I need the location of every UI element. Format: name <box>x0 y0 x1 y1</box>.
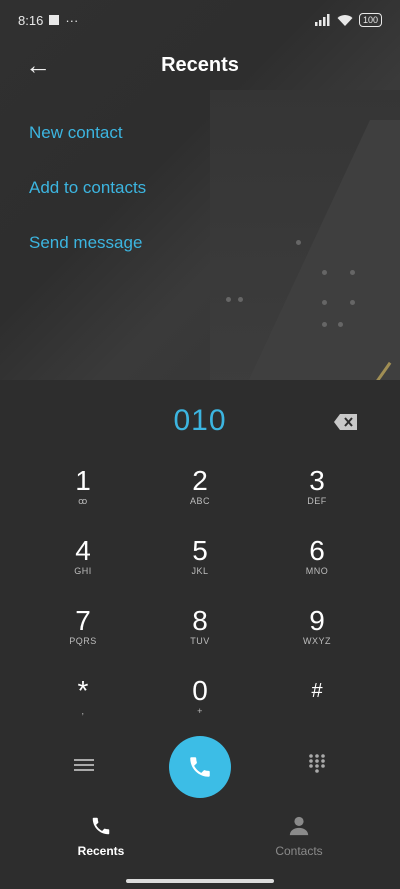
battery-icon: 100 <box>358 13 382 27</box>
key-4[interactable]: 4 GHI <box>25 534 141 604</box>
phone-icon <box>92 817 110 835</box>
key-0[interactable]: 0 + <box>142 674 258 744</box>
options-menu: New contact Add to contacts Send message <box>29 120 146 285</box>
background-dot <box>322 322 327 327</box>
phone-icon <box>190 757 210 777</box>
voicemail-icon: ꝏ <box>78 496 88 506</box>
back-button[interactable]: ← <box>22 50 54 80</box>
key-letters: ABC <box>189 496 210 506</box>
key-digit: 0 <box>192 675 208 706</box>
key-7[interactable]: 7 PQRS <box>25 604 141 674</box>
key-letters: WXYZ <box>303 636 331 646</box>
key-digit: 3 <box>309 465 325 496</box>
new-contact-option[interactable]: New contact <box>29 120 146 175</box>
key-star[interactable]: * , <box>25 674 141 744</box>
key-digit: 6 <box>309 535 325 566</box>
background-dot <box>338 322 343 327</box>
key-hash[interactable]: # <box>259 674 375 744</box>
background-dot <box>238 297 243 302</box>
page-title: Recents <box>161 53 239 76</box>
status-left: 8:16 ··· <box>18 13 78 28</box>
key-digit: * <box>77 675 89 706</box>
key-letters: PQRS <box>69 636 97 646</box>
call-button[interactable] <box>169 736 231 798</box>
key-digit: 5 <box>192 535 208 566</box>
header: ← Recents <box>0 40 400 90</box>
tab-label: Recents <box>77 844 125 858</box>
key-5[interactable]: 5 JKL <box>142 534 258 604</box>
key-letters: MNO <box>305 566 329 576</box>
menu-icon[interactable] <box>74 756 94 772</box>
home-indicator[interactable] <box>126 879 274 883</box>
key-6[interactable]: 6 MNO <box>259 534 375 604</box>
status-time: 8:16 <box>18 12 44 28</box>
signal-icon <box>314 14 330 26</box>
key-2[interactable]: 2 ABC <box>142 464 258 534</box>
add-to-contacts-option[interactable]: Add to contacts <box>29 175 146 230</box>
tab-contacts[interactable]: Contacts <box>239 815 359 858</box>
key-digit: 8 <box>192 605 208 636</box>
backspace-icon[interactable] <box>333 412 359 432</box>
notification-icon <box>49 15 60 25</box>
send-message-option[interactable]: Send message <box>29 230 146 285</box>
background-dot <box>322 270 327 275</box>
key-digit: 4 <box>75 535 91 566</box>
background-dot <box>226 297 231 302</box>
key-digit: 9 <box>309 605 325 636</box>
person-icon <box>289 816 309 836</box>
key-letters: + <box>197 706 203 716</box>
key-digit: 7 <box>75 605 91 636</box>
tab-label: Contacts <box>275 844 323 858</box>
dialpad-icon[interactable] <box>307 753 327 773</box>
status-right: 100 <box>314 13 382 27</box>
key-1[interactable]: 1 ꝏ <box>25 464 141 534</box>
key-letters: TUV <box>190 636 210 646</box>
background-dot <box>350 270 355 275</box>
key-letters: DEF <box>307 496 327 506</box>
key-digit: 1 <box>75 465 91 496</box>
background-dot <box>296 240 301 245</box>
status-extras: ··· <box>65 12 79 28</box>
key-9[interactable]: 9 WXYZ <box>259 604 375 674</box>
back-arrow-icon: ← <box>25 49 51 80</box>
status-bar: 8:16 ··· 100 <box>0 0 400 40</box>
key-digit: 2 <box>192 465 208 496</box>
background-dot <box>322 300 327 305</box>
background-dot <box>350 300 355 305</box>
wifi-icon <box>337 15 353 26</box>
key-8[interactable]: 8 TUV <box>142 604 258 674</box>
key-letters: GHI <box>74 566 92 576</box>
key-3[interactable]: 3 DEF <box>259 464 375 534</box>
key-letters: , <box>81 706 85 716</box>
tab-recents[interactable]: Recents <box>41 815 161 858</box>
key-digit: # <box>311 680 323 702</box>
key-letters: JKL <box>191 566 209 576</box>
